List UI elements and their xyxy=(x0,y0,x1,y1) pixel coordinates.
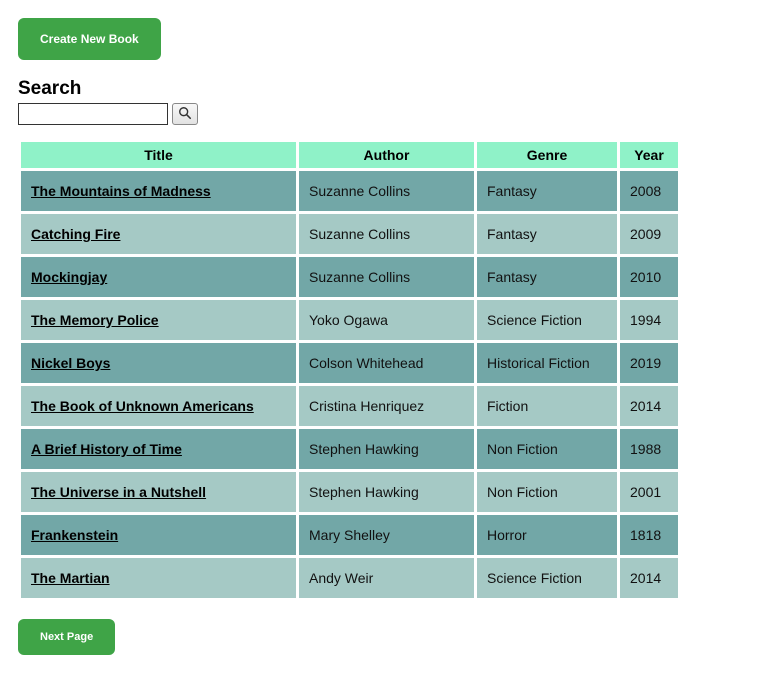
search-label: Search xyxy=(18,78,752,100)
cell-year: 2010 xyxy=(620,257,678,297)
search-icon xyxy=(178,106,192,123)
book-title-link[interactable]: A Brief History of Time xyxy=(31,441,182,457)
table-row: Frankenstein Mary ShelleyHorror1818 xyxy=(21,515,678,555)
cell-genre: Fantasy xyxy=(477,171,617,211)
cell-author: Suzanne Collins xyxy=(299,214,474,254)
table-row: A Brief History of Time Stephen HawkingNo… xyxy=(21,429,678,469)
cell-title: The Martian xyxy=(21,558,296,598)
cell-genre: Fiction xyxy=(477,386,617,426)
cell-genre: Non Fiction xyxy=(477,472,617,512)
cell-year: 2014 xyxy=(620,386,678,426)
cell-title: The Book of Unknown Americans xyxy=(21,386,296,426)
cell-year: 1994 xyxy=(620,300,678,340)
header-author: Author xyxy=(299,142,474,168)
table-row: Mockingjay Suzanne CollinsFantasy2010 xyxy=(21,257,678,297)
book-title-link[interactable]: The Martian xyxy=(31,570,110,586)
cell-title: The Mountains of Madness xyxy=(21,171,296,211)
cell-title: Mockingjay xyxy=(21,257,296,297)
cell-author: Stephen Hawking xyxy=(299,472,474,512)
book-title-link[interactable]: Mockingjay xyxy=(31,269,107,285)
cell-author: Stephen Hawking xyxy=(299,429,474,469)
cell-genre: Non Fiction xyxy=(477,429,617,469)
search-input[interactable] xyxy=(18,103,168,125)
search-button[interactable] xyxy=(172,103,198,125)
table-row: The Memory Police Yoko OgawaScience Ficti… xyxy=(21,300,678,340)
books-table: Title Author Genre Year The Mountains of… xyxy=(18,139,681,601)
book-title-link[interactable]: The Book of Unknown Americans xyxy=(31,398,254,414)
cell-author: Cristina Henriquez xyxy=(299,386,474,426)
cell-year: 2008 xyxy=(620,171,678,211)
cell-title: Catching Fire xyxy=(21,214,296,254)
cell-author: Suzanne Collins xyxy=(299,257,474,297)
cell-genre: Horror xyxy=(477,515,617,555)
book-title-link[interactable]: Nickel Boys xyxy=(31,355,110,371)
table-row: Catching Fire Suzanne CollinsFantasy2009 xyxy=(21,214,678,254)
book-title-link[interactable]: Frankenstein xyxy=(31,527,118,543)
cell-year: 1818 xyxy=(620,515,678,555)
cell-year: 2001 xyxy=(620,472,678,512)
header-title: Title xyxy=(21,142,296,168)
cell-title: A Brief History of Time xyxy=(21,429,296,469)
cell-genre: Fantasy xyxy=(477,257,617,297)
cell-title: The Universe in a Nutshell xyxy=(21,472,296,512)
cell-genre: Science Fiction xyxy=(477,300,617,340)
cell-author: Suzanne Collins xyxy=(299,171,474,211)
header-year: Year xyxy=(620,142,678,168)
cell-author: Mary Shelley xyxy=(299,515,474,555)
book-title-link[interactable]: The Mountains of Madness xyxy=(31,183,211,199)
cell-genre: Historical Fiction xyxy=(477,343,617,383)
cell-author: Yoko Ogawa xyxy=(299,300,474,340)
cell-genre: Science Fiction xyxy=(477,558,617,598)
book-title-link[interactable]: Catching Fire xyxy=(31,226,120,242)
book-title-link[interactable]: The Universe in a Nutshell xyxy=(31,484,206,500)
next-page-button[interactable]: Next Page xyxy=(18,619,115,655)
create-new-book-button[interactable]: Create New Book xyxy=(18,18,161,60)
cell-title: The Memory Police xyxy=(21,300,296,340)
cell-year: 1988 xyxy=(620,429,678,469)
cell-title: Nickel Boys xyxy=(21,343,296,383)
header-genre: Genre xyxy=(477,142,617,168)
table-row: The Martian Andy WeirScience Fiction2014 xyxy=(21,558,678,598)
cell-author: Colson Whitehead xyxy=(299,343,474,383)
cell-year: 2009 xyxy=(620,214,678,254)
cell-year: 2014 xyxy=(620,558,678,598)
cell-title: Frankenstein xyxy=(21,515,296,555)
cell-genre: Fantasy xyxy=(477,214,617,254)
table-row: The Mountains of Madness Suzanne CollinsF… xyxy=(21,171,678,211)
cell-author: Andy Weir xyxy=(299,558,474,598)
book-title-link[interactable]: The Memory Police xyxy=(31,312,159,328)
cell-year: 2019 xyxy=(620,343,678,383)
table-row: Nickel Boys Colson WhiteheadHistorical Fi… xyxy=(21,343,678,383)
table-row: The Book of Unknown Americans Cristina He… xyxy=(21,386,678,426)
table-row: The Universe in a Nutshell Stephen Hawkin… xyxy=(21,472,678,512)
